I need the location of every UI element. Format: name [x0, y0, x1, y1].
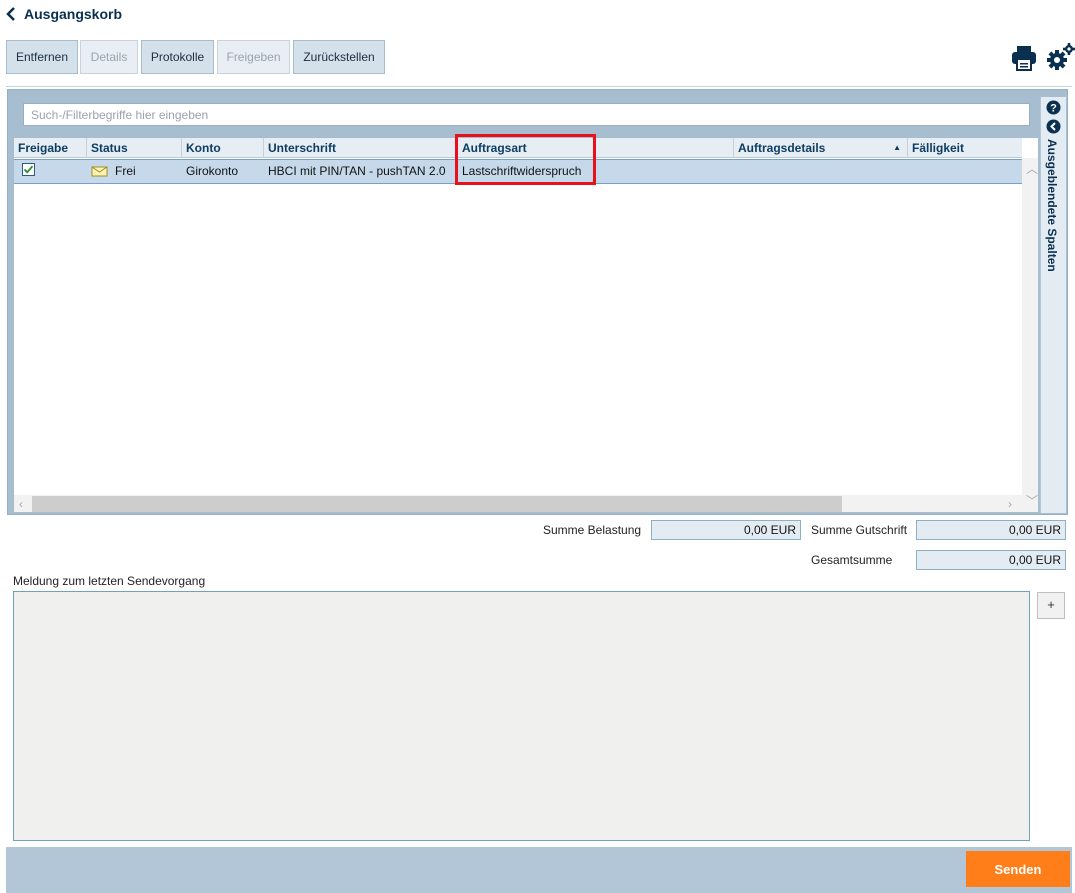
envelope-icon: [91, 166, 108, 177]
column-status[interactable]: Status: [87, 138, 182, 158]
collapse-left-icon[interactable]: [1046, 119, 1061, 134]
status-text: Frei: [115, 164, 136, 178]
due-date-cell: [908, 160, 912, 183]
column-faelligkeit[interactable]: Fälligkeit: [908, 138, 1022, 158]
horizontal-scroll-thumb[interactable]: [32, 496, 842, 512]
back-link[interactable]: Ausgangskorb: [6, 4, 122, 24]
help-icon[interactable]: ?: [1046, 100, 1061, 115]
column-konto[interactable]: Konto: [182, 138, 264, 158]
page-title: Ausgangskorb: [24, 6, 123, 22]
vertical-scrollbar[interactable]: ︿ ﹀: [1022, 158, 1038, 512]
hidden-columns-panel[interactable]: ? Ausgeblendete Spalten: [1040, 97, 1066, 513]
expand-message-button[interactable]: +: [1037, 592, 1065, 619]
highlight-box: [455, 134, 596, 185]
release-button[interactable]: Freigeben: [217, 40, 290, 74]
account-cell: Girokonto: [186, 164, 239, 178]
credit-sum-value: 0,00 EUR: [916, 520, 1066, 540]
total-sum-value: 0,00 EUR: [916, 550, 1066, 570]
remove-button[interactable]: Entfernen: [6, 40, 78, 74]
settings-gear-icon[interactable]: [1046, 42, 1075, 72]
checkbox-checked-icon: [22, 163, 35, 176]
postpone-button[interactable]: Zurückstellen: [293, 40, 385, 74]
protocols-button[interactable]: Protokolle: [141, 40, 214, 74]
credit-sum-label: Summe Gutschrift: [811, 523, 908, 537]
debit-sum-label: Summe Belastung: [543, 523, 642, 537]
debit-sum-value: 0,00 EUR: [651, 520, 801, 540]
last-send-message-area[interactable]: [13, 591, 1030, 841]
total-sum-label: Gesamtsumme: [811, 553, 893, 567]
release-checkbox[interactable]: [18, 161, 35, 184]
sort-ascending-icon: ▲: [893, 143, 901, 152]
scroll-right-icon[interactable]: ›: [1008, 497, 1012, 511]
column-auftragsdetails[interactable]: Auftragsdetails ▲: [734, 138, 908, 158]
orders-table: Freigabe Status Konto Unterschrift Auftr…: [13, 137, 1039, 513]
order-details-cell: [734, 160, 738, 183]
last-send-message-label: Meldung zum letzten Sendevorgang: [13, 574, 206, 588]
send-button[interactable]: Senden: [966, 851, 1070, 887]
footer-bar: [6, 847, 1072, 893]
chevron-left-icon: [6, 7, 15, 21]
details-button[interactable]: Details: [80, 40, 138, 74]
scroll-down-icon[interactable]: ﹀: [1026, 494, 1038, 508]
horizontal-scrollbar[interactable]: ‹ ›: [14, 495, 1022, 512]
toolbar-divider: [6, 86, 1072, 87]
scroll-left-icon[interactable]: ‹: [19, 497, 23, 511]
printer-icon[interactable]: [1009, 44, 1039, 72]
scroll-up-icon[interactable]: ︿: [1026, 162, 1038, 176]
column-unterschrift[interactable]: Unterschrift: [264, 138, 458, 158]
search-input[interactable]: Such-/Filterbegriffe hier eingeben: [23, 103, 1030, 126]
status-cell: Frei: [87, 160, 136, 183]
svg-text:?: ?: [1050, 103, 1057, 115]
signature-cell: HBCI mit PIN/TAN - pushTAN 2.0: [268, 164, 446, 178]
column-freigabe[interactable]: Freigabe: [14, 138, 87, 158]
hidden-columns-label[interactable]: Ausgeblendete Spalten: [1045, 139, 1059, 272]
column-auftragsdetails-label: Auftragsdetails: [738, 141, 826, 155]
